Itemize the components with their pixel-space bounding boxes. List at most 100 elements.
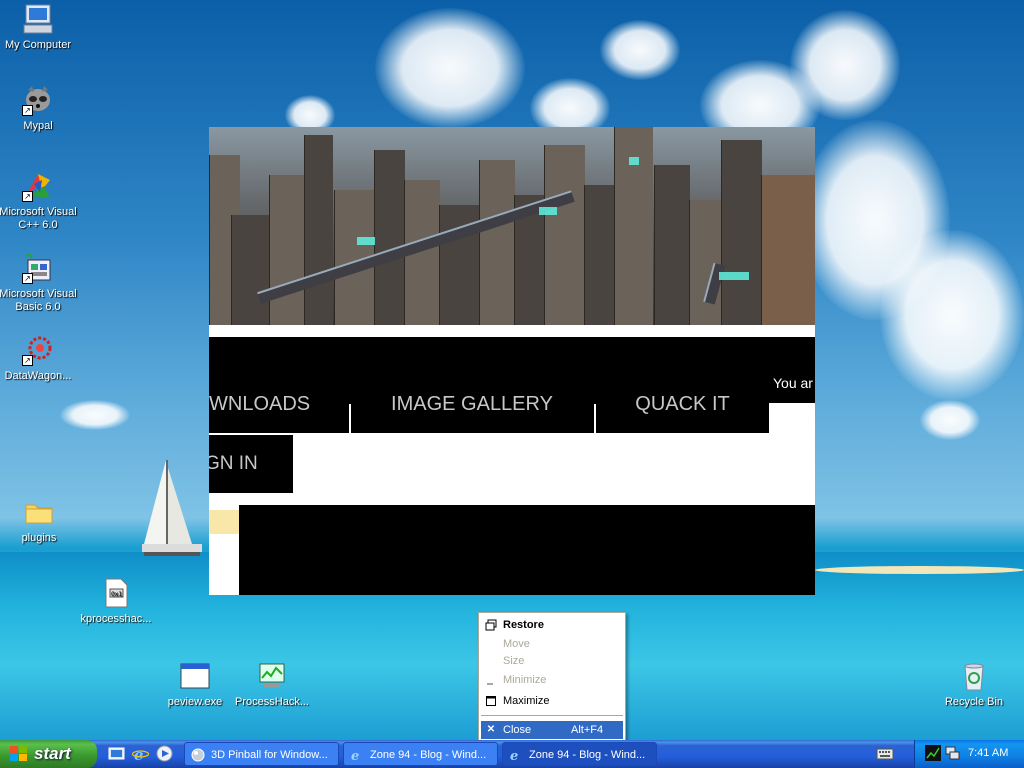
- sign-in-label: GN IN: [209, 453, 258, 474]
- visual-basic-icon: ↗: [22, 252, 54, 284]
- desktop-icon-my-computer[interactable]: My Computer: [0, 3, 80, 52]
- menu-item-label: Move: [503, 638, 530, 650]
- building: [544, 145, 585, 325]
- nav-downloads[interactable]: WNLOADS: [209, 393, 311, 433]
- process-monitor-icon[interactable]: [925, 745, 941, 765]
- desktop-icon-label: kprocesshac...: [80, 613, 152, 625]
- internet-explorer-icon: e: [350, 747, 364, 764]
- building: [689, 200, 722, 325]
- desktop-icon-label: My Computer: [4, 39, 72, 51]
- menu-item-shortcut: Alt+F4: [571, 724, 604, 736]
- folder-icon: [23, 496, 55, 528]
- cloud: [880, 230, 1024, 400]
- cloud: [375, 8, 525, 128]
- menu-item-restore[interactable]: Restore: [481, 616, 623, 634]
- menu-item-close[interactable]: ✕ Close Alt+F4: [481, 721, 623, 739]
- beach: [815, 566, 1024, 574]
- yellow-tab: [209, 510, 239, 534]
- keyboard-icon[interactable]: [876, 746, 894, 766]
- desktop-icon-peview[interactable]: peview.exe: [153, 660, 237, 709]
- taskbar-button-label: Zone 94 - Blog - Wind...: [370, 749, 487, 761]
- raccoon-icon: ↗: [22, 84, 54, 116]
- sys-file-icon: 0x1: [100, 577, 132, 609]
- svg-text:0x1: 0x1: [111, 591, 122, 598]
- menu-item-label: Size: [503, 655, 525, 667]
- desktop-icon-visual-basic[interactable]: ↗ Microsoft Visual Basic 6.0: [0, 252, 80, 314]
- browser-content-window: WNLOADS IMAGE GALLERY QUACK IT You ar GN…: [209, 127, 815, 595]
- shortcut-arrow-icon: ↗: [22, 105, 33, 116]
- desktop-icon-visual-cpp[interactable]: ↗ Microsoft Visual C++ 6.0: [0, 170, 80, 232]
- desktop-icon-datawagon[interactable]: ↗ DataWagon...: [0, 334, 80, 383]
- cloud: [920, 400, 980, 440]
- building: [654, 165, 690, 325]
- network-icon[interactable]: [944, 745, 960, 765]
- building: [721, 140, 762, 325]
- windows-logo-icon: [10, 746, 28, 762]
- content-block: [239, 505, 815, 595]
- desktop-icon-recycle-bin[interactable]: Recycle Bin: [932, 660, 1016, 709]
- desktop-icon-processhacker[interactable]: ProcessHack...: [230, 660, 314, 709]
- datawagon-icon: ↗: [22, 334, 54, 366]
- start-label: start: [34, 744, 71, 763]
- taskbar-button-label: 3D Pinball for Window...: [211, 749, 328, 761]
- desktop-icon-label: Recycle Bin: [944, 696, 1004, 708]
- cloud: [790, 10, 900, 120]
- start-button[interactable]: start: [0, 740, 97, 768]
- show-desktop-icon[interactable]: [108, 745, 125, 762]
- maximize-icon: [485, 695, 497, 707]
- desktop-icon-mypal[interactable]: ↗ Mypal: [0, 84, 80, 133]
- computer-icon: [22, 3, 54, 35]
- desktop-icon-label: DataWagon...: [4, 370, 72, 382]
- shortcut-arrow-icon: ↗: [22, 355, 33, 366]
- cloud: [60, 400, 130, 430]
- nav-quack-it-label: QUACK IT: [635, 393, 730, 415]
- taskbar: start e 3D Pinball for Window... e Zone …: [0, 740, 1024, 768]
- restore-icon: [485, 619, 497, 631]
- hologram-sign: [719, 272, 749, 280]
- building: [584, 185, 615, 325]
- taskbar-button-pinball[interactable]: 3D Pinball for Window...: [184, 742, 339, 766]
- nav-image-gallery[interactable]: IMAGE GALLERY: [351, 393, 593, 433]
- svg-text:e: e: [134, 746, 144, 762]
- nav-quack-it[interactable]: QUACK IT: [596, 393, 769, 433]
- taskbar-button-zone94-2[interactable]: e Zone 94 - Blog - Wind...: [502, 742, 657, 766]
- desktop-icon-label: Microsoft Visual C++ 6.0: [0, 206, 77, 231]
- building: [374, 150, 405, 325]
- close-icon: ✕: [486, 724, 496, 735]
- hologram-sign: [357, 237, 375, 245]
- shortcut-arrow-icon: ↗: [22, 273, 33, 284]
- process-hacker-icon: [256, 660, 288, 692]
- menu-separator: [481, 715, 623, 716]
- building: [304, 135, 333, 325]
- menu-item-label: Minimize: [503, 674, 547, 686]
- hologram-sign: [539, 207, 557, 215]
- menu-item-label: Close: [503, 724, 532, 736]
- shortcut-arrow-icon: ↗: [22, 191, 33, 202]
- desktop-icon-kprocesshacker[interactable]: 0x1 kprocesshac...: [74, 577, 158, 626]
- exe-window-icon: [179, 660, 211, 692]
- login-status-text: You ar: [773, 375, 813, 391]
- building: [479, 160, 515, 325]
- building: [761, 175, 815, 325]
- svg-text:e: e: [351, 749, 359, 762]
- desktop-icon-label: ProcessHack...: [235, 696, 309, 708]
- menu-item-label: Restore: [503, 619, 544, 631]
- window-system-menu: Restore Move Size Minimize Maximize ✕ Cl…: [478, 612, 626, 744]
- desktop-icon-label: peview.exe: [167, 696, 223, 708]
- sign-in-button[interactable]: GN IN: [209, 435, 293, 493]
- menu-item-minimize: Minimize: [481, 671, 623, 689]
- menu-item-move: Move: [481, 635, 623, 653]
- menu-item-maximize[interactable]: Maximize: [481, 692, 623, 710]
- taskbar-button-zone94-1[interactable]: e Zone 94 - Blog - Wind...: [343, 742, 498, 766]
- hologram-sign: [629, 157, 639, 165]
- internet-explorer-icon[interactable]: e: [131, 745, 150, 764]
- desktop-icon-plugins[interactable]: plugins: [0, 496, 81, 545]
- nav-downloads-label: WNLOADS: [209, 393, 311, 415]
- internet-explorer-icon: e: [509, 747, 523, 764]
- media-player-icon[interactable]: [156, 745, 173, 762]
- building: [269, 175, 305, 325]
- clock[interactable]: 7:41 AM: [968, 747, 1008, 759]
- cloud: [600, 20, 680, 80]
- menu-item-size: Size: [481, 652, 623, 670]
- city-banner-image: [209, 127, 815, 325]
